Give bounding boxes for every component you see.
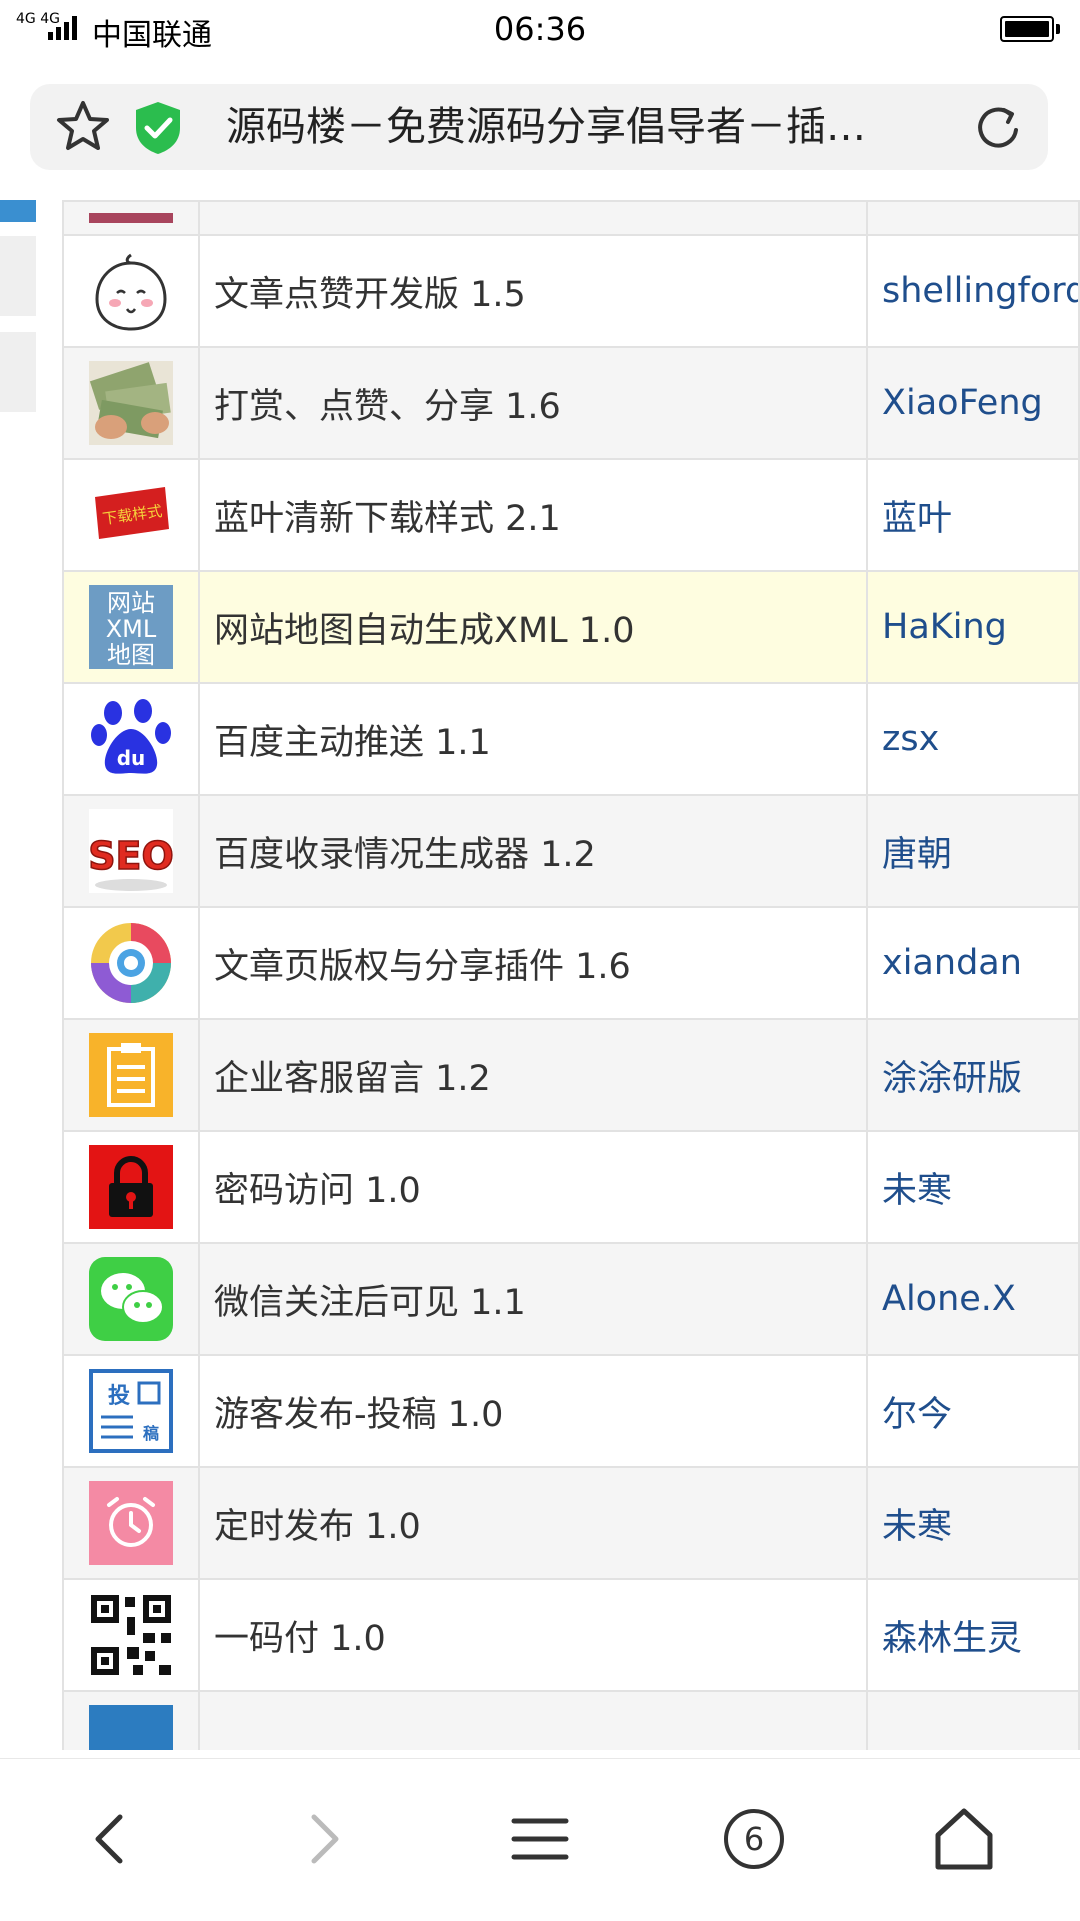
plugin-name[interactable]: 打赏、点赞、分享 1.6	[198, 346, 868, 460]
plugin-author-link[interactable]: 涂涂研版	[866, 1018, 1080, 1132]
table-row[interactable]: SEO 百度收录情况生成器 1.2 唐朝	[62, 794, 1080, 908]
bun-face-icon	[95, 253, 167, 331]
plugin-name[interactable]: 百度主动推送 1.1	[198, 682, 868, 796]
table-row[interactable]: 微信关注后可见 1.1 Alone.X	[62, 1242, 1080, 1356]
home-icon	[935, 1808, 993, 1870]
sitemap-text-1: 网站	[107, 589, 155, 617]
bottom-navigation: 6	[0, 1758, 1080, 1921]
back-button[interactable]	[70, 1799, 150, 1879]
bookmark-star-icon[interactable]	[54, 98, 112, 156]
home-button[interactable]	[924, 1799, 1004, 1879]
contribute-text-1: 投	[108, 1384, 130, 1409]
forward-arrow-icon	[311, 1814, 339, 1864]
table-row[interactable]: 企业客服留言 1.2 涂涂研版	[62, 1018, 1080, 1132]
plugin-name[interactable]: 企业客服留言 1.2	[198, 1018, 868, 1132]
plugin-name[interactable]: 百度收录情况生成器 1.2	[198, 794, 868, 908]
side-strip	[0, 236, 36, 316]
table-row[interactable]: 下载样式 蓝叶清新下载样式 2.1 蓝叶	[62, 458, 1080, 572]
plugin-author-link[interactable]: 尔今	[866, 1354, 1080, 1468]
forward-button[interactable]	[284, 1799, 364, 1879]
plugin-author-link[interactable]: zsx	[866, 682, 1080, 796]
plugin-author-link[interactable]: 森林生灵	[866, 1578, 1080, 1692]
alarm-clock-icon	[89, 1481, 173, 1565]
tabs-count: 6	[743, 1820, 765, 1858]
reload-icon[interactable]	[970, 100, 1026, 156]
side-strip	[0, 332, 36, 412]
sitemap-text-2: XML	[106, 615, 157, 643]
wechat-icon	[89, 1257, 173, 1341]
qr-code-icon	[89, 1593, 173, 1677]
contribute-text-2: 稿	[143, 1424, 159, 1443]
baidu-du-text: du	[117, 746, 146, 770]
plugin-author-link[interactable]: 唐朝	[866, 794, 1080, 908]
table-row[interactable]: 打赏、点赞、分享 1.6 XiaoFeng	[62, 346, 1080, 460]
table-row[interactable]: 文章点赞开发版 1.5 shellingford	[62, 234, 1080, 348]
back-arrow-icon	[95, 1814, 123, 1864]
table-row[interactable]: 定时发布 1.0 未寒	[62, 1466, 1080, 1580]
plugin-name[interactable]: 一码付 1.0	[198, 1578, 868, 1692]
plugin-name[interactable]: 文章点赞开发版 1.5	[198, 234, 868, 348]
plugin-author-link[interactable]: 未寒	[866, 1130, 1080, 1244]
menu-button[interactable]	[500, 1799, 580, 1879]
colorful-circle-icon	[91, 923, 171, 1003]
plugin-table: 文章点赞开发版 1.5 shellingford 打赏、点赞、分享 1.6 Xi…	[62, 200, 1080, 1750]
download-style-icon: 下载样式	[95, 487, 169, 539]
clipboard-icon	[89, 1033, 173, 1117]
address-bar[interactable]: 源码楼－免费源码分享倡导者－插…	[30, 84, 1048, 170]
plugin-author-link[interactable]: xiandan	[866, 906, 1080, 1020]
battery-icon	[1000, 16, 1060, 42]
status-bar: 4G 4G 中国联通 06:36	[0, 0, 1080, 60]
tabs-button[interactable]: 6	[714, 1799, 794, 1879]
sitemap-xml-icon: 网站 XML 地图	[89, 585, 173, 669]
plugin-name[interactable]: 文章页版权与分享插件 1.6	[198, 906, 868, 1020]
plugin-name[interactable]: 微信关注后可见 1.1	[198, 1242, 868, 1356]
plugin-author-link[interactable]: 蓝叶	[866, 458, 1080, 572]
table-row[interactable]: 网站 XML 地图 网站地图自动生成XML 1.0 HaKing	[62, 570, 1080, 684]
menu-icon	[511, 1818, 569, 1860]
table-row	[62, 200, 1080, 236]
baidu-paw-icon: du	[91, 699, 171, 774]
table-row[interactable]: 密码访问 1.0 未寒	[62, 1130, 1080, 1244]
page-content[interactable]: 文章点赞开发版 1.5 shellingford 打赏、点赞、分享 1.6 Xi…	[0, 200, 1080, 1750]
plugin-author-link[interactable]: XiaoFeng	[866, 346, 1080, 460]
table-row[interactable]: 文章页版权与分享插件 1.6 xiandan	[62, 906, 1080, 1020]
plugin-author-link[interactable]: Alone.X	[866, 1242, 1080, 1356]
table-row[interactable]: du 百度主动推送 1.1 zsx	[62, 682, 1080, 796]
security-shield-icon[interactable]	[132, 100, 184, 156]
partial-icon	[89, 1705, 173, 1750]
plugin-name[interactable]: 网站地图自动生成XML 1.0	[198, 570, 868, 684]
side-strip	[0, 200, 36, 222]
plugin-name[interactable]: 密码访问 1.0	[198, 1130, 868, 1244]
lock-icon	[89, 1145, 173, 1229]
plugin-name[interactable]: 蓝叶清新下载样式 2.1	[198, 458, 868, 572]
partial-icon	[89, 213, 173, 223]
money-icon	[89, 361, 173, 445]
plugin-author-link[interactable]: 未寒	[866, 1466, 1080, 1580]
plugin-author-link[interactable]: HaKing	[866, 570, 1080, 684]
plugin-name[interactable]: 游客发布-投稿 1.0	[198, 1354, 868, 1468]
seo-text: SEO	[89, 834, 173, 878]
page-title[interactable]: 源码楼－免费源码分享倡导者－插…	[226, 102, 966, 152]
plugin-name[interactable]: 定时发布 1.0	[198, 1466, 868, 1580]
plugin-author-link[interactable]: shellingford	[866, 234, 1080, 348]
contribute-icon: 投 稿	[89, 1369, 173, 1453]
table-row	[62, 1690, 1080, 1750]
seo-icon: SEO	[89, 809, 173, 893]
status-time: 06:36	[493, 10, 587, 48]
sitemap-text-3: 地图	[107, 641, 155, 669]
table-row[interactable]: 投 稿 游客发布-投稿 1.0 尔今	[62, 1354, 1080, 1468]
table-row[interactable]: 一码付 1.0 森林生灵	[62, 1578, 1080, 1692]
